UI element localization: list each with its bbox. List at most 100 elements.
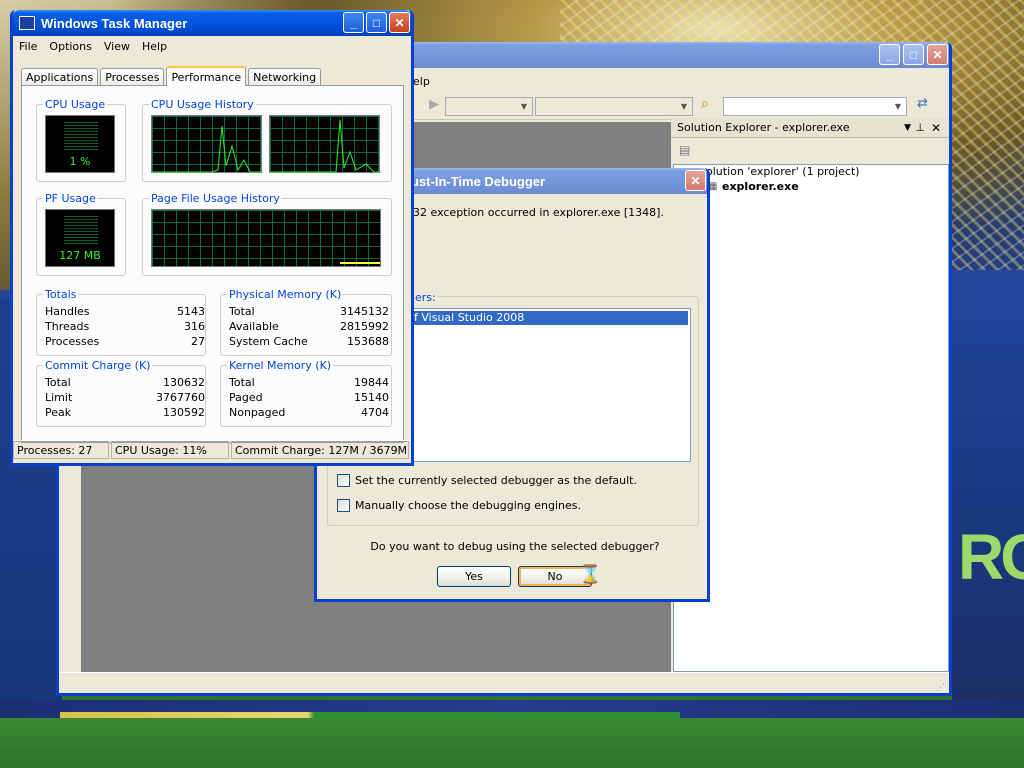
task-manager-menu-bar: File Options View Help — [13, 36, 411, 56]
commit-charge-title: Commit Charge (K) — [43, 359, 153, 372]
totals-row: Handles 5143 — [45, 305, 205, 318]
task-manager-status-bar: Processes: 27 CPU Usage: 11% Commit Char… — [13, 440, 411, 460]
debuggers-label: ers: — [413, 291, 438, 304]
cpu-usage-title: CPU Usage — [43, 98, 108, 111]
task-manager-title-bar[interactable]: Windows Task Manager _ □ ✕ — [13, 10, 411, 36]
minimize-button[interactable]: _ — [879, 44, 900, 65]
tab-processes[interactable]: Processes — [100, 68, 165, 86]
pm-total-value: 3145132 — [340, 305, 389, 318]
properties-icon[interactable]: ▤ — [679, 143, 690, 157]
toolbar-options-icon[interactable]: ⇄ — [917, 96, 928, 111]
status-cpu: CPU Usage: 11% — [111, 441, 229, 459]
solution-tree[interactable]: olution 'explorer' (1 project) ▦ explore… — [673, 164, 949, 672]
maximize-button[interactable]: □ — [366, 12, 387, 33]
manual-engines-label[interactable]: Manually choose the debugging engines. — [355, 499, 581, 512]
pin-icon[interactable]: ⊥ — [915, 121, 925, 134]
pf-history-line — [340, 262, 380, 264]
menu-help[interactable]: elp — [413, 75, 430, 88]
set-default-label[interactable]: Set the currently selected debugger as t… — [355, 474, 637, 487]
pm-available-label: Available — [229, 320, 279, 333]
size-grip-icon[interactable]: ⋰ — [936, 683, 945, 693]
threads-value: 316 — [184, 320, 205, 333]
platform-combo[interactable]: ▼ — [535, 97, 693, 116]
cpu-meter-bars — [64, 122, 98, 150]
close-button[interactable]: ✕ — [927, 44, 948, 65]
cpu-usage-meter: 1 % — [45, 115, 115, 173]
find-combo[interactable]: ▼ — [723, 97, 907, 116]
km-total-value: 19844 — [354, 376, 389, 389]
dialog-close-button[interactable]: ✕ — [685, 170, 706, 191]
close-icon[interactable]: ✕ — [931, 121, 941, 135]
menu-view[interactable]: View — [104, 40, 130, 53]
manual-engines-checkbox[interactable] — [337, 499, 350, 512]
physical-memory-row: System Cache 153688 — [229, 335, 389, 348]
cpu-usage-frame: CPU Usage 1 % — [36, 98, 126, 182]
config-combo[interactable]: ▼ — [445, 97, 533, 116]
task-manager-window[interactable]: Windows Task Manager _ □ ✕ File Options … — [10, 10, 414, 466]
physical-memory-row: Total 3145132 — [229, 305, 389, 318]
play-icon[interactable]: ▶ — [429, 97, 439, 112]
cc-peak-value: 130592 — [163, 406, 205, 419]
exception-message: 32 exception occurred in explorer.exe [1… — [413, 206, 664, 219]
maximize-button[interactable]: □ — [903, 44, 924, 65]
menu-options[interactable]: Options — [49, 40, 91, 53]
physical-memory-row: Available 2815992 — [229, 320, 389, 333]
performance-panel: CPU Usage 1 % CPU Usage History PF Usage — [21, 85, 404, 443]
dialog-title: ust-In-Time Debugger — [411, 173, 546, 189]
cpu-history-graph-2 — [269, 115, 381, 173]
tab-networking[interactable]: Networking — [248, 68, 322, 86]
minimize-button[interactable]: _ — [343, 12, 364, 33]
pf-usage-meter: 127 MB — [45, 209, 115, 267]
pf-history-title: Page File Usage History — [149, 192, 282, 205]
commit-charge-frame: Commit Charge (K) Total 130632 Limit 37677… — [36, 359, 206, 427]
totals-row: Threads 316 — [45, 320, 205, 333]
commit-charge-row: Peak 130592 — [45, 406, 205, 419]
dropdown-icon[interactable]: ▼ — [904, 123, 911, 133]
pf-usage-value: 127 MB — [59, 249, 101, 262]
solution-explorer-toolbar: ▤ — [671, 138, 949, 162]
kernel-memory-title: Kernel Memory (K) — [227, 359, 334, 372]
solution-explorer[interactable]: Solution Explorer - explorer.exe ▼ ⊥ ✕ ▤… — [671, 118, 949, 672]
debug-question: Do you want to debug using the selected … — [370, 540, 660, 553]
yes-button[interactable]: Yes — [437, 566, 511, 587]
km-total-label: Total — [229, 376, 255, 389]
tab-performance[interactable]: Performance — [166, 66, 247, 86]
cc-total-value: 130632 — [163, 376, 205, 389]
set-default-checkbox[interactable] — [337, 474, 350, 487]
km-nonpaged-label: Nonpaged — [229, 406, 286, 419]
threads-label: Threads — [45, 320, 90, 333]
wallpaper-board-right — [952, 270, 1024, 700]
cpu-history-line-2 — [270, 119, 381, 173]
processes-value: 27 — [191, 335, 205, 348]
no-button-label: No — [547, 570, 563, 583]
vs-status-bar: ⋰ — [59, 672, 949, 693]
commit-charge-row: Total 130632 — [45, 376, 205, 389]
status-commit: Commit Charge: 127M / 3679M — [231, 441, 409, 459]
pm-total-label: Total — [229, 305, 255, 318]
tree-item-solution[interactable]: olution 'explorer' (1 project) — [706, 165, 860, 178]
cpu-history-graph-1 — [151, 115, 263, 173]
wallpaper-grass — [0, 718, 1024, 768]
cpu-history-line-1 — [152, 125, 263, 173]
cc-total-label: Total — [45, 376, 71, 389]
kernel-memory-frame: Kernel Memory (K) Total 19844 Paged 15140 … — [220, 359, 392, 427]
pf-history-frame: Page File Usage History — [142, 192, 392, 276]
tab-applications[interactable]: Applications — [21, 68, 99, 86]
pm-cache-value: 153688 — [347, 335, 389, 348]
km-paged-value: 15140 — [354, 391, 389, 404]
handles-value: 5143 — [177, 305, 205, 318]
kernel-memory-row: Paged 15140 — [229, 391, 389, 404]
hourglass-cursor-icon: ⌛ — [579, 564, 602, 585]
tree-item-project[interactable]: explorer.exe — [722, 180, 799, 193]
task-manager-icon — [19, 16, 35, 30]
commit-charge-row: Limit 3767760 — [45, 391, 205, 404]
pf-usage-frame: PF Usage 127 MB — [36, 192, 126, 276]
menu-help[interactable]: Help — [142, 40, 167, 53]
find-in-files-icon[interactable]: ⌕ — [701, 96, 709, 112]
pm-available-value: 2815992 — [340, 320, 389, 333]
totals-frame: Totals Handles 5143 Threads 316 Processes 2… — [36, 288, 206, 356]
totals-title: Totals — [43, 288, 79, 301]
menu-file[interactable]: File — [19, 40, 37, 53]
close-button[interactable]: ✕ — [389, 12, 410, 33]
km-paged-label: Paged — [229, 391, 263, 404]
